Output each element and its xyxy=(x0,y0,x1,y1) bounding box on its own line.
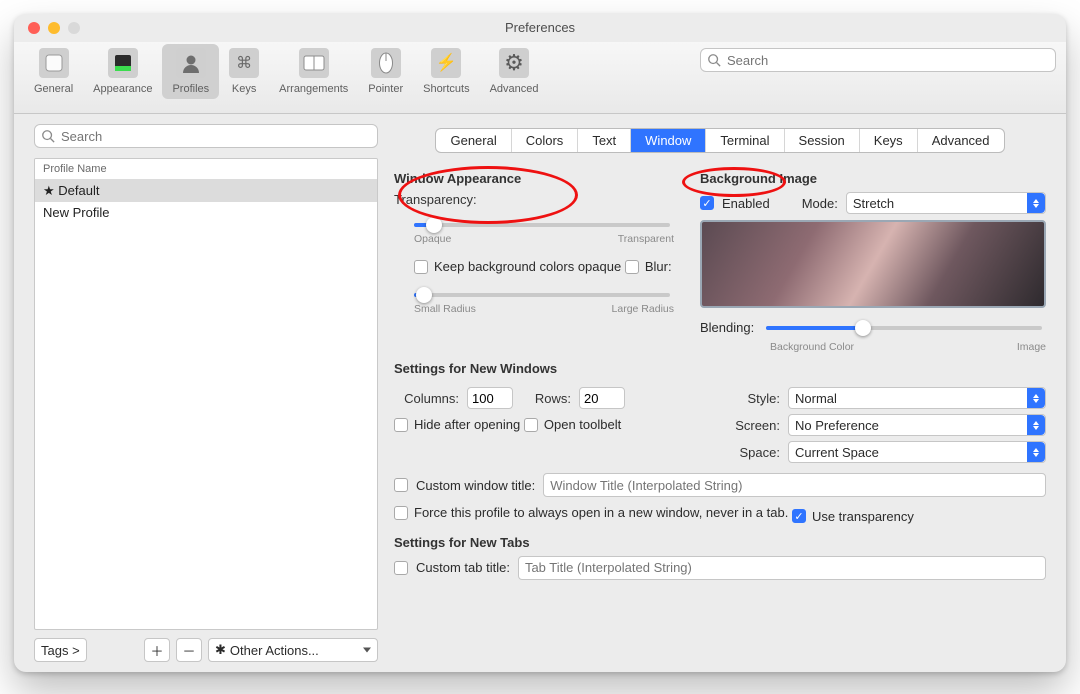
gear-icon: ✱ xyxy=(215,642,226,658)
window-controls xyxy=(28,22,80,34)
list-item[interactable]: ★ Default xyxy=(35,180,377,202)
bg-image-well[interactable] xyxy=(700,220,1046,308)
preferences-window: Preferences General Appearance Profiles … xyxy=(14,14,1066,672)
custom-tab-title-input[interactable] xyxy=(518,556,1046,580)
toolbar-keys[interactable]: ⌘ Keys xyxy=(219,44,269,99)
other-actions-menu[interactable]: ✱ Other Actions... xyxy=(208,638,378,662)
arrangements-icon xyxy=(299,48,329,78)
section-window-appearance: Window Appearance xyxy=(394,171,674,186)
transparency-slider[interactable] xyxy=(414,223,670,227)
hide-after-checkbox[interactable] xyxy=(394,418,408,432)
close-icon[interactable] xyxy=(28,22,40,34)
tab-terminal[interactable]: Terminal xyxy=(706,129,784,152)
columns-input[interactable] xyxy=(467,387,513,409)
sidebar: Profile Name ★ Default New Profile Tags … xyxy=(14,114,388,672)
profile-list[interactable]: Profile Name ★ Default New Profile xyxy=(34,158,378,630)
toolbar-shortcuts[interactable]: ⚡ Shortcuts xyxy=(413,44,479,99)
custom-tab-title-checkbox[interactable] xyxy=(394,561,408,575)
tab-colors[interactable]: Colors xyxy=(512,129,579,152)
blur-slider[interactable] xyxy=(414,293,670,297)
transparency-label: Transparency: xyxy=(394,192,674,207)
profile-settings-pane: General Colors Text Window Terminal Sess… xyxy=(388,114,1066,672)
rows-input[interactable] xyxy=(579,387,625,409)
tab-window[interactable]: Window xyxy=(631,129,706,152)
toolbar-appearance[interactable]: Appearance xyxy=(83,44,162,99)
blending-slider[interactable] xyxy=(766,326,1042,330)
keys-icon: ⌘ xyxy=(229,48,259,78)
toolbar-advanced[interactable]: ⚙ Advanced xyxy=(480,44,549,99)
shortcuts-icon: ⚡ xyxy=(431,48,461,78)
toolbar-general[interactable]: General xyxy=(24,44,83,99)
use-transparency-checkbox[interactable] xyxy=(792,509,806,523)
advanced-icon: ⚙ xyxy=(499,48,529,78)
tags-button[interactable]: Tags > xyxy=(34,638,87,662)
appearance-icon xyxy=(108,48,138,78)
custom-window-title-checkbox[interactable] xyxy=(394,478,408,492)
profile-tabs: General Colors Text Window Terminal Sess… xyxy=(435,128,1004,153)
toolbar-arrangements[interactable]: Arrangements xyxy=(269,44,358,99)
window-title: Preferences xyxy=(505,20,575,35)
toolbar: General Appearance Profiles ⌘ Keys Arran… xyxy=(14,42,1066,114)
tab-text[interactable]: Text xyxy=(578,129,631,152)
toolbar-search-input[interactable] xyxy=(725,52,1049,69)
list-item[interactable]: New Profile xyxy=(35,202,377,223)
zoom-icon[interactable] xyxy=(68,22,80,34)
keep-bg-opaque-checkbox[interactable] xyxy=(414,260,428,274)
toolbar-pointer[interactable]: Pointer xyxy=(358,44,413,99)
blur-checkbox[interactable] xyxy=(625,260,639,274)
screen-select[interactable]: No Preference xyxy=(788,414,1046,436)
section-bg-image: Background Image xyxy=(700,171,1046,186)
titlebar: Preferences xyxy=(14,14,1066,42)
toolbar-profiles[interactable]: Profiles xyxy=(162,44,219,99)
add-profile-button[interactable]: ＋ xyxy=(144,638,170,662)
profile-list-header: Profile Name xyxy=(35,159,377,180)
force-new-window-checkbox[interactable] xyxy=(394,506,408,520)
profile-search-input[interactable] xyxy=(59,128,371,145)
tab-advanced[interactable]: Advanced xyxy=(918,129,1004,152)
minimize-icon[interactable] xyxy=(48,22,60,34)
section-new-windows: Settings for New Windows xyxy=(394,361,1046,376)
tab-session[interactable]: Session xyxy=(785,129,860,152)
bg-mode-select[interactable]: Stretch xyxy=(846,192,1046,214)
tab-general[interactable]: General xyxy=(436,129,511,152)
search-icon xyxy=(41,129,55,143)
profile-search[interactable] xyxy=(34,124,378,148)
general-icon xyxy=(39,48,69,78)
remove-profile-button[interactable]: － xyxy=(176,638,202,662)
style-select[interactable]: Normal xyxy=(788,387,1046,409)
section-new-tabs: Settings for New Tabs xyxy=(394,535,1046,550)
custom-window-title-input[interactable] xyxy=(543,473,1046,497)
toolbar-search[interactable] xyxy=(700,48,1056,72)
tab-keys[interactable]: Keys xyxy=(860,129,918,152)
profiles-icon xyxy=(176,48,206,78)
pointer-icon xyxy=(371,48,401,78)
space-select[interactable]: Current Space xyxy=(788,441,1046,463)
bg-enabled-checkbox[interactable] xyxy=(700,196,714,210)
open-toolbelt-checkbox[interactable] xyxy=(524,418,538,432)
search-icon xyxy=(707,53,721,67)
